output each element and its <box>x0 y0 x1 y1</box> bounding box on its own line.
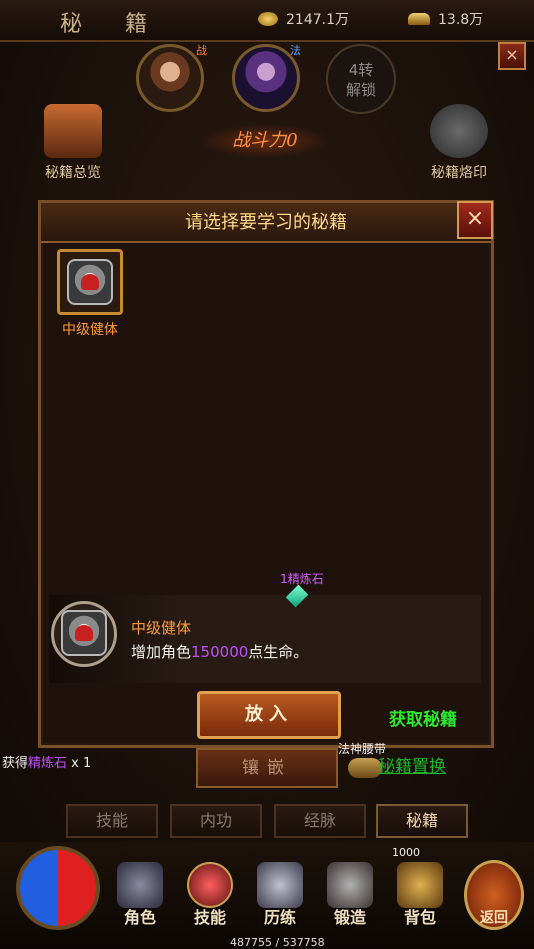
gold-amount: 2147.1万 <box>286 12 349 28</box>
nav-forge-label: 锻造 <box>333 908 366 927</box>
ingot-counter: 13.8万 <box>408 8 483 30</box>
nav-character-label: 角色 <box>123 908 156 927</box>
skill-description: 增加角色150000点生命。 <box>131 641 308 662</box>
tab-meridians[interactable]: 经脉 <box>274 804 366 838</box>
bag-icon <box>397 862 443 908</box>
warrior-portrait[interactable] <box>136 44 204 112</box>
skill-info-icon-frame <box>51 601 117 667</box>
desc-value: 150000 <box>191 643 249 661</box>
overview-button[interactable]: 秘籍总览 <box>28 104 118 182</box>
belt-icon <box>348 758 382 778</box>
desc-prefix: 增加角色 <box>131 643 192 661</box>
nav-skills[interactable]: 技能 <box>182 862 238 928</box>
select-skill-book-dialog: 请选择要学习的秘籍 × 中级健体 1精炼石 中级健体 增加角色150000点生命… <box>38 200 494 748</box>
book-icon <box>44 104 102 158</box>
shield-heart-icon <box>67 259 113 305</box>
embed-button[interactable]: 镶嵌 <box>196 748 338 788</box>
loot-notice: 获得精炼石 x 1 <box>2 752 91 771</box>
nav-forge[interactable]: 锻造 <box>322 862 378 928</box>
loot-prefix: 获得 <box>2 756 29 771</box>
ingot-icon <box>408 13 430 25</box>
loot-item: 精炼石 <box>28 756 68 771</box>
seal-button[interactable]: 秘籍烙印 <box>414 104 504 182</box>
loot-suffix: x 1 <box>71 756 92 771</box>
level-indicator: 1000 <box>392 846 420 859</box>
taiji-menu-button[interactable] <box>16 846 100 930</box>
skill-book-slot-label: 中级健体 <box>62 322 118 338</box>
get-skill-book-link[interactable]: 获取秘籍 <box>389 705 457 730</box>
nav-bag-label: 背包 <box>403 908 436 927</box>
unlock-label: 4转 解锁 <box>345 61 376 99</box>
overview-label: 秘籍总览 <box>45 165 101 181</box>
tab-skills[interactable]: 技能 <box>66 804 158 838</box>
exp-counter: 487755 / 537758 <box>230 936 325 949</box>
nav-training-label: 历练 <box>263 908 296 927</box>
skill-icon <box>187 862 233 908</box>
gold-counter: 2147.1万 <box>258 8 349 30</box>
lock-icon <box>430 104 488 158</box>
skill-book-slot[interactable] <box>57 249 123 315</box>
anvil-icon <box>327 862 373 908</box>
seal-label: 秘籍烙印 <box>431 165 487 181</box>
nav-skills-label: 技能 <box>193 908 226 927</box>
skill-book-exchange-link[interactable]: 秘籍置换 <box>378 752 446 777</box>
dialog-close-button[interactable]: × <box>457 201 493 239</box>
page-close-button[interactable]: × <box>498 42 526 70</box>
mage-tag: 法 <box>290 44 301 57</box>
nav-training[interactable]: 历练 <box>252 862 308 928</box>
tab-skill-books[interactable]: 秘籍 <box>376 804 468 838</box>
armor-icon <box>117 862 163 908</box>
nav-character[interactable]: 角色 <box>112 862 168 928</box>
ingot-amount: 13.8万 <box>438 12 484 28</box>
nav-bag[interactable]: 背包 <box>392 862 448 928</box>
tab-inner-power[interactable]: 内功 <box>170 804 262 838</box>
locked-slot[interactable]: 4转 解锁 <box>326 44 396 114</box>
combat-power: 战斗力0 <box>200 124 330 158</box>
shield-heart-icon <box>61 610 107 656</box>
gold-coin-icon <box>258 12 278 26</box>
dialog-title: 请选择要学习的秘籍 <box>41 203 491 243</box>
helmet-icon <box>257 862 303 908</box>
warrior-tag: 战 <box>196 44 207 57</box>
put-in-button[interactable]: 放入 <box>197 691 341 739</box>
desc-suffix: 点生命。 <box>248 643 309 661</box>
return-button[interactable]: 返回 <box>464 860 524 930</box>
gem-cost-label: 1精炼石 <box>280 572 324 586</box>
page-title: 秘 籍 <box>60 12 165 37</box>
skill-name: 中级健体 <box>131 619 192 637</box>
